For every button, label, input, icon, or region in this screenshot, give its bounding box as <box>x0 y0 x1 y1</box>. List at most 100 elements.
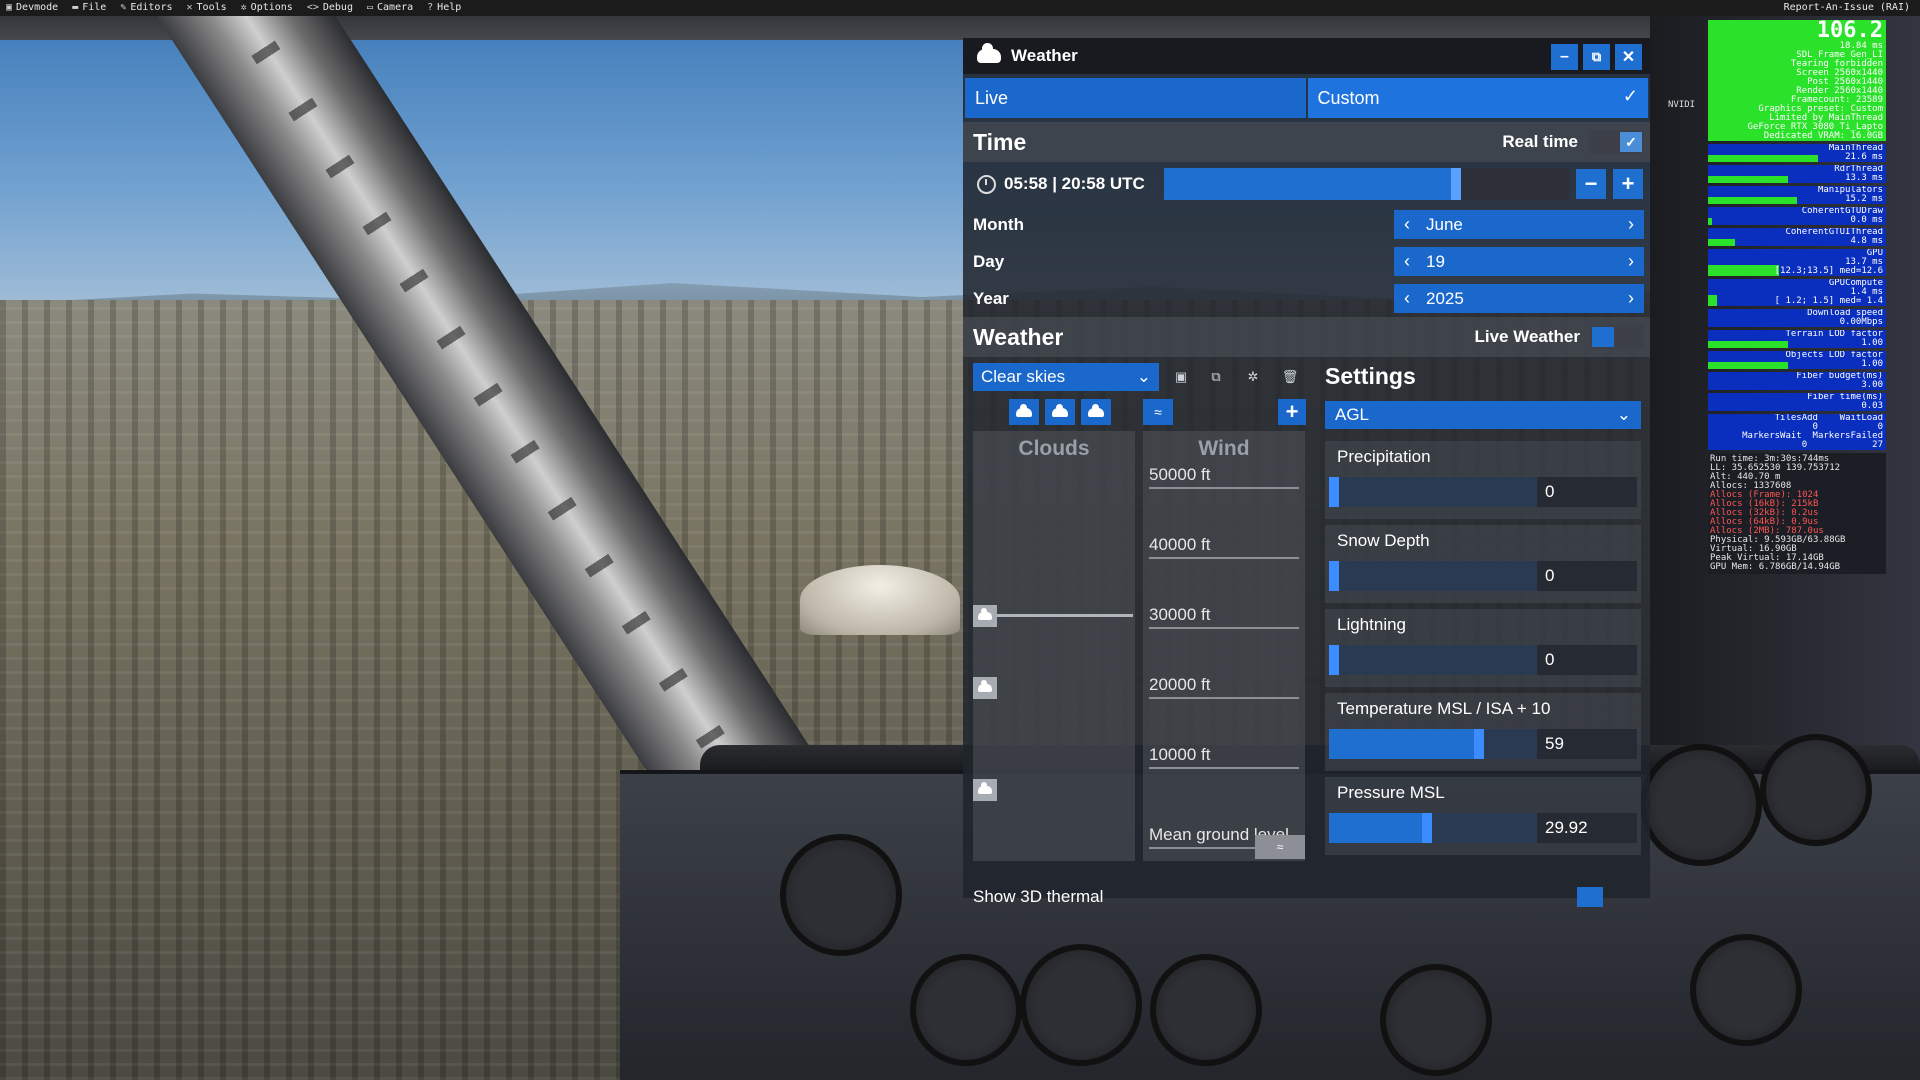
show-3d-thermal-toggle[interactable] <box>1577 887 1603 907</box>
cloud-icon <box>1016 403 1032 417</box>
setting-precipitation: Precipitation 0 <box>1325 441 1641 519</box>
slider-thumb[interactable] <box>1329 477 1339 507</box>
engine-gauge <box>1640 744 1762 866</box>
close-button[interactable]: ✕ <box>1615 44 1642 70</box>
tab-live[interactable]: Live <box>965 78 1306 118</box>
gear-icon: ✲ <box>240 2 247 13</box>
time-row: 05:58 | 20:58 UTC − + <box>963 162 1650 206</box>
menu-debug[interactable]: <> Debug <box>307 0 353 16</box>
setting-label: Temperature MSL / ISA + 10 <box>1337 699 1551 718</box>
time-decrease-button[interactable]: − <box>1576 169 1606 199</box>
setting-label: Snow Depth <box>1337 531 1430 550</box>
copy-preset-button[interactable]: ⧉ <box>1203 363 1229 391</box>
snow-depth-slider[interactable] <box>1329 561 1537 591</box>
report-issue-link[interactable]: Report-An-Issue (RAI) <box>1784 0 1910 16</box>
minimize-button[interactable]: – <box>1551 44 1578 70</box>
day-prev-button[interactable]: ‹ <box>1402 251 1412 272</box>
year-prev-button[interactable]: ‹ <box>1402 288 1412 309</box>
setting-temperature: Temperature MSL / ISA + 10 59 <box>1325 693 1641 771</box>
day-label: Day <box>973 251 1005 271</box>
snow-depth-value[interactable]: 0 <box>1537 561 1637 591</box>
cloud-layer-handle-3[interactable] <box>973 779 997 801</box>
altitude-ref-dropdown[interactable]: AGL ⌄ <box>1325 401 1641 429</box>
slider-thumb[interactable] <box>1421 813 1432 843</box>
stat-block: Fiber budget(ms) 3.00 <box>1708 372 1886 390</box>
weather-heading: Weather <box>973 323 1064 350</box>
temperature-value[interactable]: 59 <box>1537 729 1637 759</box>
lightning-slider[interactable] <box>1329 645 1537 675</box>
weather-section-header: Weather Live Weather <box>963 317 1650 357</box>
live-weather-toggle[interactable] <box>1590 325 1644 349</box>
delete-preset-button[interactable]: 🗑 <box>1277 363 1303 391</box>
devmode-icon: ▣ <box>6 2 13 13</box>
clock-icon <box>977 174 996 194</box>
day-row: Day ‹ 19 › <box>963 243 1650 280</box>
stat-block: GPUCompute 1.4 ms [ 1.2; 1.5] med= 1.4 <box>1708 279 1886 306</box>
month-prev-button[interactable]: ‹ <box>1402 214 1412 235</box>
menu-tools[interactable]: ✕ Tools <box>187 0 227 16</box>
lightning-value[interactable]: 0 <box>1537 645 1637 675</box>
cloud-layer-handle-1[interactable] <box>973 605 997 627</box>
year-value: 2025 <box>1426 288 1464 308</box>
month-value: June <box>1426 214 1463 234</box>
menu-editors[interactable]: ✎ Editors <box>120 0 172 16</box>
wind-layer-button[interactable]: ≈ <box>1143 399 1173 425</box>
wind-icon: ≈ <box>1276 840 1284 854</box>
stat-block: Fiber time(ms) 0.03 <box>1708 393 1886 411</box>
pencil-icon: ✎ <box>120 2 127 13</box>
wind-icon: ≈ <box>1154 404 1162 420</box>
menu-help[interactable]: ? Help <box>427 0 461 16</box>
frame-info: 18.84 ms SDL Frame Gen_LI Tearing forbid… <box>1758 41 1883 114</box>
pressure-value[interactable]: 29.92 <box>1537 813 1637 843</box>
slider-thumb[interactable] <box>1329 561 1339 591</box>
weather-titlebar[interactable]: Weather – ⧉ ✕ <box>963 38 1650 74</box>
menu-options[interactable]: ✲ Options <box>241 0 293 16</box>
cloud-layer-button-3[interactable] <box>1081 399 1111 425</box>
precipitation-slider[interactable] <box>1329 477 1537 507</box>
time-section-header: Time Real time ✓ <box>963 122 1650 162</box>
cloud-layer-handle-2[interactable] <box>973 677 997 699</box>
temperature-slider[interactable] <box>1329 729 1537 759</box>
day-next-button[interactable]: › <box>1626 251 1636 272</box>
save-preset-button[interactable]: ▣ <box>1168 363 1194 391</box>
precipitation-value[interactable]: 0 <box>1537 477 1637 507</box>
cloud-layer-button-2[interactable] <box>1045 399 1075 425</box>
cloud-layer-button-1[interactable] <box>1009 399 1039 425</box>
time-readout: 05:58 | 20:58 UTC <box>1004 174 1145 193</box>
stat-blocks: MainThread 21.6 ms RdrThread 13.3 ms Manip… <box>1708 144 1886 450</box>
preset-settings-button[interactable]: ✲ <box>1240 363 1266 391</box>
stat-block: Manipulators 15.2 ms <box>1708 186 1886 204</box>
slider-thumb[interactable] <box>1473 729 1484 759</box>
fps-value: 106.2 <box>1816 20 1883 43</box>
add-layer-button[interactable]: + <box>1278 399 1306 425</box>
time-increase-button[interactable]: + <box>1613 169 1643 199</box>
slider-thumb[interactable] <box>1329 645 1339 675</box>
menu-file[interactable]: ▬ File <box>72 0 106 16</box>
memory-tail: Physical: 9.593GB/63.88GB Virtual: 16.90… <box>1710 535 1846 572</box>
year-next-button[interactable]: › <box>1626 288 1636 309</box>
minimize-icon: – <box>1560 48 1569 65</box>
stat-text: GPU 13.7 ms [12.3;13.5] med=12.6 <box>1774 249 1883 276</box>
stat-block: CoherentGTUIThread 4.8 ms <box>1708 228 1886 246</box>
month-next-button[interactable]: › <box>1626 214 1636 235</box>
menu-devmode[interactable]: ▣ Devmode <box>6 0 58 16</box>
time-slider-thumb[interactable] <box>1450 168 1461 200</box>
month-stepper: ‹ June › <box>1394 210 1644 239</box>
popout-button[interactable]: ⧉ <box>1583 44 1610 70</box>
memory-info: Run time: 3m:30s:744ms LL: 35.652530 139… <box>1708 453 1886 574</box>
tab-custom[interactable]: Custom ✓ <box>1307 78 1648 118</box>
day-stepper: ‹ 19 › <box>1394 247 1644 276</box>
real-time-toggle[interactable]: ✓ <box>1588 130 1644 154</box>
time-slider[interactable] <box>1164 168 1569 200</box>
help-icon: ? <box>427 2 434 13</box>
stat-text: Manipulators 15.2 ms <box>1817 186 1883 204</box>
menu-camera[interactable]: ▭ Camera <box>367 0 413 16</box>
tools-icon: ✕ <box>186 2 193 13</box>
wind-layer-handle[interactable]: ≈ <box>1255 835 1305 859</box>
weather-preset-dropdown[interactable]: Clear skies ⌄ <box>973 363 1159 391</box>
stat-block: MainThread 21.6 ms <box>1708 144 1886 162</box>
clouds-column: Clouds <box>973 431 1135 861</box>
pressure-slider[interactable] <box>1329 813 1537 843</box>
day-value: 19 <box>1426 251 1445 271</box>
altitude-tick: 10000 ft <box>1149 745 1299 769</box>
